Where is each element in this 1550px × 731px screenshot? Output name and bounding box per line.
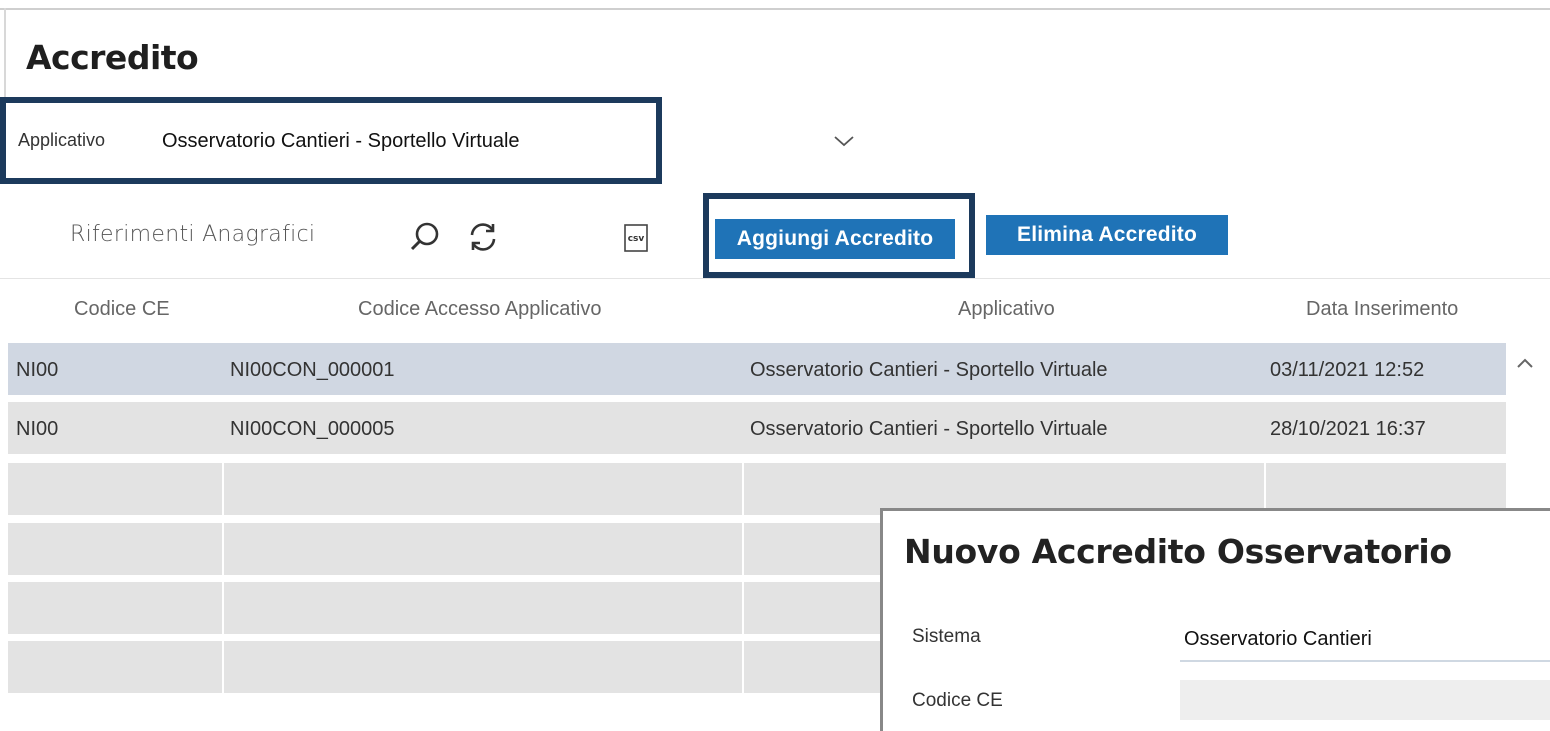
table-row[interactable]: NI00 NI00CON_000005 Osservatorio Cantier… xyxy=(8,402,1506,458)
cell-codice-ce: NI00 xyxy=(16,359,59,381)
cell-codice-accesso: NI00CON_000005 xyxy=(230,418,395,440)
header-data-inserimento[interactable]: Data Inserimento xyxy=(1306,298,1458,321)
search-icon[interactable] xyxy=(408,220,442,254)
cell-codice-ce: NI00 xyxy=(16,418,59,440)
header-codice-accesso[interactable]: Codice Accesso Applicativo xyxy=(358,298,601,321)
codice-ce-input[interactable] xyxy=(1180,680,1550,720)
applicativo-label: Applicativo xyxy=(18,130,106,150)
table-header: Codice CE Codice Accesso Applicativo App… xyxy=(8,298,1506,328)
toolbar-divider xyxy=(0,278,1550,279)
csv-export-icon[interactable]: csv xyxy=(620,222,652,254)
cell-codice-accesso: NI00CON_000001 xyxy=(230,359,395,381)
sistema-input[interactable]: Osservatorio Cantieri xyxy=(1184,628,1372,651)
header-codice-ce[interactable]: Codice CE xyxy=(74,298,170,321)
window-left-border xyxy=(4,8,6,98)
chevron-down-icon[interactable] xyxy=(832,130,856,152)
aggiungi-accredito-button[interactable]: Aggiungi Accredito xyxy=(715,219,955,259)
table-row[interactable]: NI00 NI00CON_000001 Osservatorio Cantier… xyxy=(8,343,1506,399)
riferimenti-anagrafici-label: Riferimenti Anagrafici xyxy=(70,222,316,247)
codice-ce-label: Codice CE xyxy=(912,690,1003,711)
elimina-accredito-button[interactable]: Elimina Accredito xyxy=(986,215,1228,255)
sistema-label: Sistema xyxy=(912,626,981,647)
refresh-icon[interactable] xyxy=(466,220,500,254)
sistema-input-underline xyxy=(1180,660,1550,662)
csv-icon-text: csv xyxy=(628,234,645,244)
window-top-border xyxy=(0,0,1550,10)
cell-data-inserimento: 03/11/2021 12:52 xyxy=(1270,359,1425,381)
page-title: Accredito xyxy=(26,38,199,77)
dialog-title: Nuovo Accredito Osservatorio xyxy=(904,532,1452,571)
cell-data-inserimento: 28/10/2021 16:37 xyxy=(1270,418,1426,440)
scroll-up-icon[interactable] xyxy=(1510,348,1540,378)
header-applicativo[interactable]: Applicativo xyxy=(958,298,1055,321)
applicativo-select[interactable]: Osservatorio Cantieri - Sportello Virtua… xyxy=(162,130,520,153)
cell-applicativo: Osservatorio Cantieri - Sportello Virtua… xyxy=(750,359,1108,381)
cell-applicativo: Osservatorio Cantieri - Sportello Virtua… xyxy=(750,418,1108,440)
